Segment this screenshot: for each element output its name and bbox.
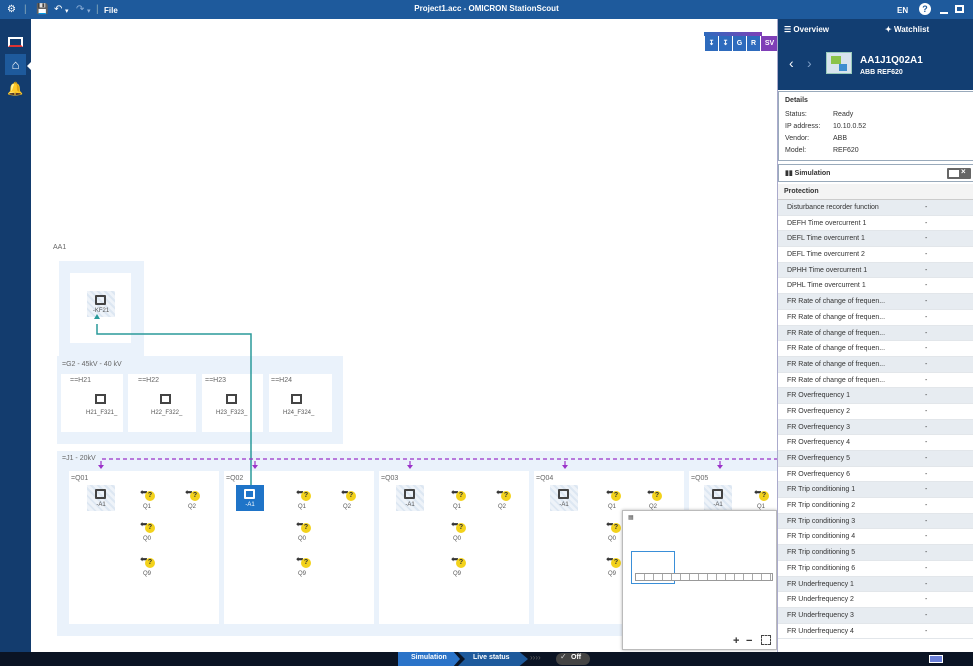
list-item[interactable]: FR Trip conditioning 5- xyxy=(778,545,973,561)
title-bar: ⚙ | 💾 ↶ ▾ ↷ ▾ | File Project1.acc - OMIC… xyxy=(0,0,973,19)
list-item[interactable]: DPHL Time overcurrent 1- xyxy=(778,278,973,295)
list-item[interactable]: FR Rate of change of frequen... - xyxy=(778,294,973,310)
vendor-value: ABB xyxy=(833,135,848,142)
language-selector[interactable]: EN xyxy=(897,4,908,17)
device-header: ‹ › AA1J1Q02A1 ABB REF620 xyxy=(778,42,973,90)
list-item[interactable]: FR Trip conditioning 1- xyxy=(778,482,973,499)
device-icon xyxy=(826,52,852,74)
list-item[interactable]: FR Trip conditioning 6- xyxy=(778,561,973,577)
list-item[interactable]: FR Underfrequency 3- xyxy=(778,607,973,624)
minimize-icon[interactable] xyxy=(940,12,948,14)
list-item[interactable]: FR Overfrequency 2- xyxy=(778,404,973,420)
link-line xyxy=(96,324,252,485)
device-model-sub: ABB REF620 xyxy=(860,69,903,76)
tab-overview[interactable]: ☰ Overview xyxy=(784,25,829,34)
minimap[interactable]: ▦ + − xyxy=(622,510,777,650)
device-name: AA1J1Q02A1 xyxy=(860,55,923,66)
minimap-icon: ▦ xyxy=(628,515,634,521)
pin-icon: ✦ xyxy=(885,25,892,34)
zoom-in-button[interactable]: + xyxy=(733,635,739,647)
list-item[interactable]: FR Rate of change of frequen... - xyxy=(778,325,973,342)
display-icon[interactable] xyxy=(929,655,943,663)
link-icon: ✓ xyxy=(560,652,567,661)
substation-view-icon[interactable]: ⌂ xyxy=(5,54,26,75)
list-item[interactable]: FR Overfrequency 3- xyxy=(778,419,973,436)
chevron-icons: ›››› xyxy=(530,653,541,662)
link-arrow xyxy=(94,314,100,319)
screen-view-icon[interactable] xyxy=(5,31,26,52)
help-icon[interactable]: ? xyxy=(919,3,931,15)
bus-line xyxy=(100,458,777,465)
list-icon: ☰ xyxy=(784,25,792,34)
list-item[interactable]: FR Underfrequency 2- xyxy=(778,592,973,608)
ip-value: 10.10.0.52 xyxy=(833,123,867,130)
protection-header: Protection xyxy=(778,184,973,200)
list-item[interactable]: FR Underfrequency 4- xyxy=(778,624,973,640)
notification-icon[interactable]: 🔔 xyxy=(5,78,26,99)
protection-title: Protection xyxy=(784,188,819,195)
fit-view-icon[interactable] xyxy=(761,635,771,645)
list-item[interactable]: FR Trip conditioning 3- xyxy=(778,513,973,530)
details-panel: ☰ Overview ✦ Watchlist ‹ › AA1J1Q02A1 AB… xyxy=(777,19,973,652)
status-value: Ready xyxy=(833,111,854,118)
list-item[interactable]: FR Rate of change of frequen... - xyxy=(778,373,973,389)
list-item[interactable]: FR Rate of change of frequen... - xyxy=(778,310,973,326)
list-item[interactable]: FR Overfrequency 6- xyxy=(778,467,973,483)
list-item[interactable]: DEFL Time overcurrent 1- xyxy=(778,231,973,248)
status-bar: Simulation Live status ›››› ✓ Off xyxy=(0,652,973,666)
zoom-out-button[interactable]: − xyxy=(746,635,752,647)
list-item[interactable]: FR Rate of change of frequen... - xyxy=(778,341,973,357)
list-item[interactable]: FR Overfrequency 4- xyxy=(778,435,973,451)
tab-watchlist[interactable]: ✦ Watchlist xyxy=(885,25,929,34)
list-item[interactable]: DPHH Time overcurrent 1- xyxy=(778,262,973,279)
simulation-section: ▮▮ Simulation × xyxy=(778,164,973,182)
details-section: Details Status: Ready IP address: 10.10.0.… xyxy=(778,91,973,161)
single-line-canvas[interactable]: ↧ ↧ G R SV AA1 -KF21 =G2 - 45kV - 40 kV … xyxy=(31,19,778,652)
list-item[interactable]: FR Underfrequency 1- xyxy=(778,576,973,593)
model-value: REF620 xyxy=(833,147,859,154)
simulation-toggle[interactable]: × xyxy=(947,167,971,179)
list-item[interactable]: FR Trip conditioning 4- xyxy=(778,529,973,546)
list-item[interactable]: FR Overfrequency 1- xyxy=(778,388,973,404)
details-title: Details xyxy=(785,97,808,104)
back-icon[interactable]: ‹ xyxy=(789,55,794,71)
maximize-icon[interactable] xyxy=(955,5,964,13)
forward-icon[interactable]: › xyxy=(807,55,812,71)
list-item[interactable]: FR Rate of change of frequen... - xyxy=(778,356,973,373)
simulation-label: Simulation xyxy=(794,170,831,177)
window-title: Project1.acc - OMICRON StationScout xyxy=(414,4,559,13)
list-item[interactable]: DEFH Time overcurrent 1- xyxy=(778,216,973,232)
left-sidebar: ⌂ 🔔 xyxy=(0,19,32,652)
protection-list: Disturbance recorder function - DEFH Time… xyxy=(778,200,973,640)
list-item[interactable]: DEFL Time overcurrent 2- xyxy=(778,247,973,263)
list-item[interactable]: FR Overfrequency 5- xyxy=(778,451,973,467)
list-item[interactable]: Disturbance recorder function - xyxy=(778,200,973,216)
panel-tabs: ☰ Overview ✦ Watchlist xyxy=(778,19,973,42)
list-item[interactable]: FR Trip conditioning 2- xyxy=(778,498,973,514)
